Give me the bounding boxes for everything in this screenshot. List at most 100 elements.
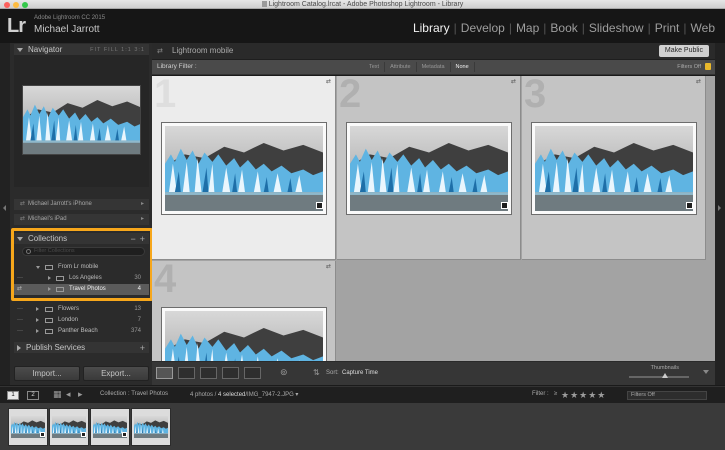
module-slideshow[interactable]: Slideshow xyxy=(585,21,648,35)
grid-cell[interactable]: 1 ⇄ xyxy=(152,76,336,260)
filmstrip-thumb[interactable] xyxy=(49,408,89,446)
module-library[interactable]: Library xyxy=(409,21,454,35)
module-web[interactable]: Web xyxy=(687,21,719,35)
rating-filter-stars[interactable]: ★★★★★ xyxy=(561,390,606,401)
secondary-window-button[interactable]: 2 xyxy=(27,391,39,400)
collection-travel-photos[interactable]: ⇄ Travel Photos 4 xyxy=(14,284,149,295)
expanded-triangle-icon xyxy=(36,266,40,269)
sort-direction-icon[interactable]: ⇅ xyxy=(313,368,320,377)
zoom-3-1[interactable]: 3:1 xyxy=(134,47,145,53)
collection-count: 374 xyxy=(130,328,141,334)
edit-badge-icon xyxy=(316,202,323,209)
grid-view-button[interactable] xyxy=(156,367,173,379)
filter-label: Filter : xyxy=(532,391,549,397)
device-label: Michael's iPad xyxy=(28,216,67,222)
right-panel-toggle[interactable] xyxy=(715,43,725,385)
module-map[interactable]: Map xyxy=(512,21,543,35)
module-develop[interactable]: Develop xyxy=(457,21,509,35)
collections-header[interactable]: Collections − + xyxy=(14,233,149,244)
collection-london[interactable]: — London 7 xyxy=(14,315,149,326)
source-path[interactable]: Collection : Travel Photos xyxy=(100,391,168,397)
collection-set-from-lr-mobile[interactable]: From Lr mobile xyxy=(14,262,149,273)
module-print[interactable]: Print xyxy=(651,21,684,35)
photo-thumbnail[interactable] xyxy=(531,122,697,215)
collections-filter-placeholder: Filter Collections xyxy=(34,248,75,254)
export-button[interactable]: Export... xyxy=(83,366,149,381)
lightroom-mobile-bar: ⇄ Lightroom mobile Make Public xyxy=(152,43,715,60)
add-publish-service-button[interactable]: + xyxy=(140,343,145,353)
collections-title: Collections xyxy=(28,234,68,243)
edit-badge-icon xyxy=(501,202,508,209)
zoom-fit[interactable]: FIT xyxy=(90,47,101,53)
lightroom-logo: Lr xyxy=(7,15,26,37)
slider-knob[interactable] xyxy=(662,373,668,378)
back-arrow-icon[interactable]: ◂ xyxy=(66,389,71,400)
compare-view-button[interactable] xyxy=(200,367,217,379)
left-panel-toggle[interactable] xyxy=(0,43,10,385)
collection-los-angeles[interactable]: — Los Angeles 30 xyxy=(14,273,149,284)
disclosure-triangle-icon xyxy=(17,47,23,52)
collection-count: 7 xyxy=(137,317,141,323)
filter-presets-select[interactable]: Filters Off xyxy=(677,64,701,70)
grid-cell[interactable]: 4 ⇄ xyxy=(152,257,336,361)
navigator-preview[interactable] xyxy=(14,55,149,187)
device-iphone[interactable]: ⇄ Michael Jarrott's iPhone ▸ xyxy=(14,199,149,210)
make-public-button[interactable]: Make Public xyxy=(658,45,709,57)
add-collection-button[interactable]: + xyxy=(140,234,145,244)
cell-index: 3 xyxy=(524,76,547,116)
photo-thumbnail[interactable] xyxy=(346,122,512,215)
zoom-1-1[interactable]: 1:1 xyxy=(121,47,132,53)
grid-cell[interactable]: 2 ⇄ xyxy=(337,76,521,260)
collection-icon xyxy=(45,318,53,323)
sync-icon: ⇄ xyxy=(695,79,701,85)
filter-tab-none[interactable]: None xyxy=(451,62,475,72)
import-button[interactable]: Import... xyxy=(14,366,80,381)
filmstrip-bar: 1 2 ▦ ◂ ▸ Collection : Travel Photos 4 p… xyxy=(0,386,725,403)
photo-thumbnail[interactable] xyxy=(161,307,327,361)
navigator-header[interactable]: Navigator FIT FILL 1:1 3:1 xyxy=(14,44,149,55)
collection-icon xyxy=(56,276,64,281)
rating-operator[interactable]: ≥ xyxy=(554,391,557,397)
filter-tab-attribute[interactable]: Attribute xyxy=(385,62,417,72)
remove-collection-button[interactable]: − xyxy=(130,234,135,244)
lock-icon[interactable] xyxy=(705,63,711,70)
people-view-button[interactable] xyxy=(244,367,261,379)
filter-tab-metadata[interactable]: Metadata xyxy=(417,62,451,72)
filmstrip-thumb[interactable] xyxy=(131,408,171,446)
toolbar-menu-icon[interactable] xyxy=(703,370,709,374)
loupe-view-button[interactable] xyxy=(178,367,195,379)
filter-tab-text[interactable]: Text xyxy=(364,62,386,72)
painter-icon[interactable]: ⊚ xyxy=(280,367,288,378)
collection-label: London xyxy=(58,317,79,323)
forward-arrow-icon[interactable]: ▸ xyxy=(78,389,83,400)
collections-list: From Lr mobile — Los Angeles 30 ⇄ Travel… xyxy=(14,262,149,337)
collection-icon xyxy=(45,329,53,334)
survey-view-button[interactable] xyxy=(222,367,239,379)
photo-thumbnail[interactable] xyxy=(161,122,327,215)
collections-filter-input[interactable]: Filter Collections xyxy=(22,247,145,256)
zoom-fill[interactable]: FILL xyxy=(104,47,119,53)
library-filter-label: Library Filter : xyxy=(157,63,197,70)
filmstrip-filter-select[interactable]: Filters Off xyxy=(627,391,707,400)
grid-icon[interactable]: ▦ xyxy=(53,389,62,400)
thumbnail-size-slider[interactable] xyxy=(629,373,689,378)
filmstrip-thumb[interactable] xyxy=(8,408,48,446)
primary-window-button[interactable]: 1 xyxy=(7,391,19,400)
window-titlebar: Lightroom Catalog.lrcat - Adobe Photosho… xyxy=(0,0,725,9)
publish-services-title: Publish Services xyxy=(26,343,86,352)
sync-icon: ⇄ xyxy=(325,79,331,85)
sort-label: Sort: xyxy=(326,370,339,376)
collapsed-triangle-icon xyxy=(36,329,39,333)
grid-cell[interactable]: 3 ⇄ xyxy=(522,76,706,260)
publish-services-header[interactable]: Publish Services + xyxy=(14,342,149,353)
collection-icon xyxy=(56,287,64,292)
sync-icon: ⇄ xyxy=(20,216,26,222)
module-book[interactable]: Book xyxy=(546,21,581,35)
device-ipad[interactable]: ⇄ Michael's iPad ▸ xyxy=(14,214,149,225)
window-title-text: Lightroom Catalog.lrcat - Adobe Photosho… xyxy=(268,1,464,8)
photo-count: 4 photos / 4 selected/IMG_7947-2.JPG ▾ xyxy=(190,391,298,398)
collection-panther-beach[interactable]: — Panther Beach 374 xyxy=(14,326,149,337)
filmstrip-thumb[interactable] xyxy=(90,408,130,446)
collection-flowers[interactable]: — Flowers 13 xyxy=(14,304,149,315)
sort-select[interactable]: Capture Time xyxy=(342,370,378,376)
